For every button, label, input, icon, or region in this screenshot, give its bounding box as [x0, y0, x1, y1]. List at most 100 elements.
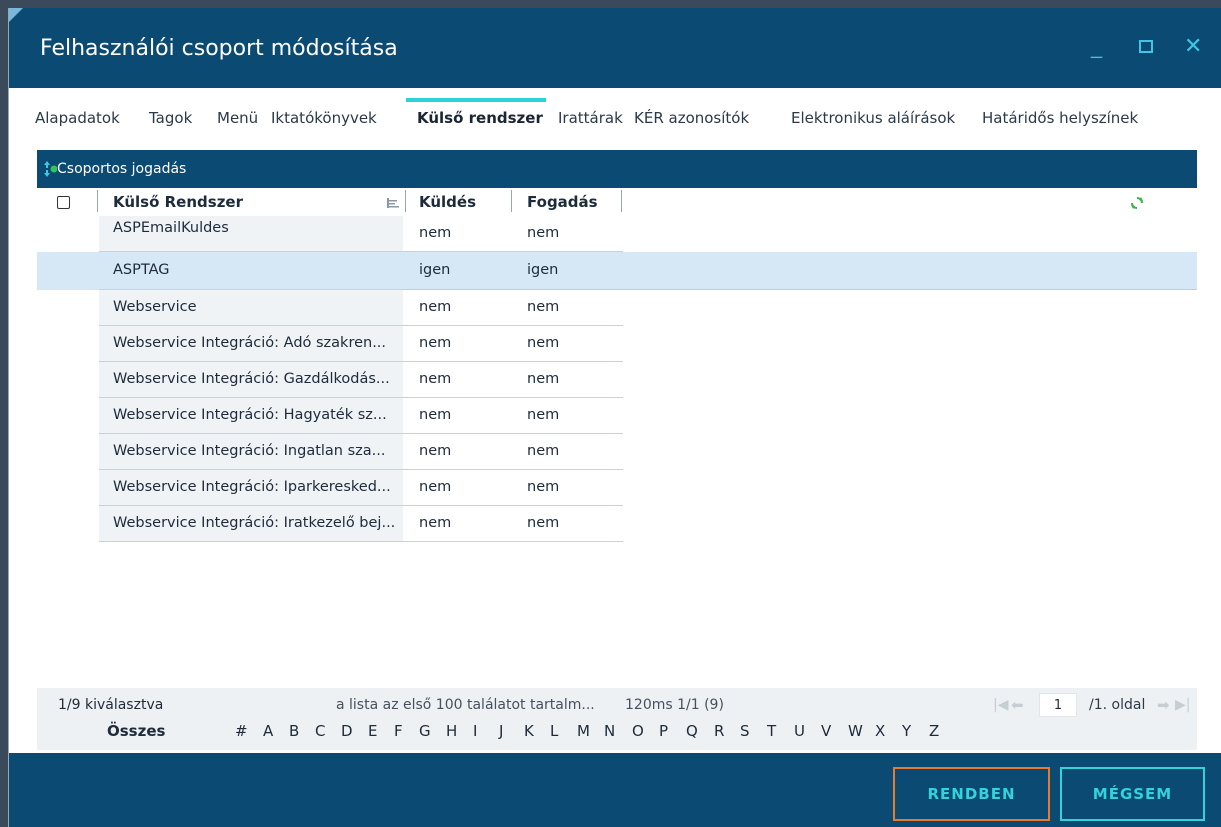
- row-name: ASPEmailKuldes: [113, 220, 229, 236]
- filter-letter[interactable]: R: [714, 722, 724, 740]
- filter-all[interactable]: Összes: [107, 722, 165, 740]
- filter-letter[interactable]: S: [740, 722, 750, 740]
- column-separator: [621, 190, 622, 212]
- filter-letter[interactable]: C: [315, 722, 325, 740]
- row-name: Webservice Integráció: Hagyaték sz...: [113, 407, 387, 423]
- filter-letter[interactable]: V: [821, 722, 831, 740]
- row-send: nem: [419, 479, 452, 495]
- select-all-checkbox[interactable]: [57, 196, 70, 209]
- row-send: nem: [419, 335, 452, 351]
- last-page-icon[interactable]: ▶|: [1175, 697, 1190, 713]
- dialog: Felhasználói csoport módosítása _ ✕ Alap…: [8, 8, 1221, 827]
- row-receive: nem: [527, 299, 560, 315]
- next-page-icon[interactable]: ➡: [1157, 696, 1170, 714]
- dialog-title: Felhasználói csoport módosítása: [40, 36, 398, 61]
- row-receive: nem: [527, 407, 560, 423]
- row-name: Webservice Integráció: Gazdálkodás...: [113, 371, 390, 387]
- close-button[interactable]: ✕: [1184, 34, 1202, 58]
- row-send: nem: [419, 371, 452, 387]
- row-name: ASPTAG: [113, 262, 170, 278]
- filter-letter[interactable]: X: [875, 722, 885, 740]
- filter-letter[interactable]: E: [368, 722, 377, 740]
- column-menu-icon[interactable]: [387, 198, 399, 208]
- column-separator: [97, 190, 98, 212]
- tab-alapadatok[interactable]: Alapadatok: [35, 98, 120, 138]
- row-name: Webservice: [113, 299, 197, 315]
- tab-iktatokonyvek[interactable]: Iktatókönyvek: [271, 98, 377, 138]
- filter-letter[interactable]: W: [848, 722, 863, 740]
- filter-letter[interactable]: G: [419, 722, 431, 740]
- group-permission-label[interactable]: Csoportos jogadás: [57, 161, 186, 177]
- tab-elektronikus-alairasok[interactable]: Elektronikus aláírások: [791, 98, 955, 138]
- column-header-kulso-rendszer[interactable]: Külső Rendszer: [113, 188, 243, 216]
- table-row[interactable]: Webservice Integráció: Iparkeresked... n…: [37, 470, 623, 506]
- sort-arrows-icon[interactable]: [43, 160, 57, 178]
- row-receive: nem: [527, 515, 560, 531]
- filter-letter[interactable]: N: [604, 722, 615, 740]
- filter-letter[interactable]: #: [235, 722, 248, 740]
- alphabet-filter: Összes # A B C D E F G H I J K L M N O P…: [37, 722, 1197, 746]
- row-receive: nem: [527, 225, 560, 241]
- row-receive: nem: [527, 443, 560, 459]
- table-row[interactable]: Webservice nem nem: [37, 290, 623, 326]
- filter-letter[interactable]: D: [341, 722, 353, 740]
- filter-letter[interactable]: M: [577, 722, 590, 740]
- tab-kulso-rendszer[interactable]: Külső rendszer: [417, 98, 543, 138]
- filter-letter[interactable]: L: [550, 722, 558, 740]
- tab-hataridos-helyszinek[interactable]: Határidős helyszínek: [982, 98, 1138, 138]
- minimize-button[interactable]: _: [1091, 36, 1102, 60]
- row-cells: [403, 252, 1197, 290]
- table-row[interactable]: ASPEmailKuldes nem nem: [37, 216, 623, 252]
- row-send: igen: [419, 262, 451, 278]
- row-name: Webservice Integráció: Iparkeresked...: [113, 479, 391, 495]
- table-row[interactable]: Webservice Integráció: Hagyaték sz... ne…: [37, 398, 623, 434]
- filter-letter[interactable]: A: [263, 722, 273, 740]
- grid-body: Külső Rendszer Küldés Fogadás A S PEmailKu…: [37, 188, 1197, 750]
- filter-letter[interactable]: K: [524, 722, 534, 740]
- row-send: nem: [419, 515, 452, 531]
- maximize-icon: [1139, 40, 1153, 53]
- filter-letter[interactable]: O: [632, 722, 644, 740]
- cancel-button[interactable]: MÉGSEM: [1060, 767, 1205, 821]
- tab-ker-azonositok[interactable]: KÉR azonosítók: [634, 98, 749, 138]
- table-row[interactable]: Webservice Integráció: Ingatlan sza... n…: [37, 434, 623, 470]
- filter-letter[interactable]: Y: [902, 722, 911, 740]
- timing-info: 120ms 1/1 (9): [625, 697, 724, 713]
- table-row-selected[interactable]: ASPTAG igen igen: [37, 252, 1197, 290]
- filter-letter[interactable]: H: [446, 722, 457, 740]
- refresh-icon[interactable]: [1129, 195, 1145, 211]
- button-bar: RENDBEN MÉGSEM: [9, 753, 1221, 827]
- filter-letter[interactable]: Q: [686, 722, 698, 740]
- tab-menu[interactable]: Menü: [217, 98, 258, 138]
- pager: |◀ ⬅ 1 /1. oldal ➡ ▶|: [957, 693, 1197, 719]
- column-separator: [511, 190, 512, 212]
- filter-letter[interactable]: P: [659, 722, 668, 740]
- filter-letter[interactable]: F: [394, 722, 403, 740]
- filter-letter[interactable]: I: [473, 722, 477, 740]
- page-suffix: /1. oldal: [1089, 697, 1146, 713]
- tab-irattarak[interactable]: Irattárak: [558, 98, 623, 138]
- first-page-icon[interactable]: |◀: [993, 697, 1008, 713]
- tab-bar: Alapadatok Tagok Menü Iktatókönyvek Küls…: [9, 98, 1221, 138]
- filter-letter[interactable]: B: [289, 722, 299, 740]
- filter-letter[interactable]: Z: [929, 722, 939, 740]
- table-row[interactable]: Webservice Integráció: Iratkezelő bej...…: [37, 506, 623, 542]
- ok-button[interactable]: RENDBEN: [893, 767, 1050, 821]
- maximize-button[interactable]: [1139, 34, 1153, 59]
- row-receive: nem: [527, 479, 560, 495]
- row-name: Webservice Integráció: Ingatlan sza...: [113, 443, 386, 459]
- tab-tagok[interactable]: Tagok: [149, 98, 192, 138]
- row-send: nem: [419, 225, 452, 241]
- filter-letter[interactable]: J: [499, 722, 503, 740]
- filter-letter[interactable]: T: [767, 722, 776, 740]
- result-limit-info: a lista az első 100 találatot tartalm...: [336, 697, 595, 713]
- column-header-kuldes[interactable]: Küldés: [419, 188, 476, 216]
- table-row[interactable]: Webservice Integráció: Gazdálkodás... ne…: [37, 362, 623, 398]
- prev-page-icon[interactable]: ⬅: [1011, 696, 1024, 714]
- selection-count: 1/9 kiválasztva: [58, 697, 164, 713]
- grid-panel: Csoportos jogadás Külső Rendszer Küldés …: [37, 150, 1197, 750]
- table-row[interactable]: Webservice Integráció: Adó szakren... ne…: [37, 326, 623, 362]
- page-number-input[interactable]: 1: [1039, 693, 1077, 717]
- column-header-fogadas[interactable]: Fogadás: [527, 188, 598, 216]
- filter-letter[interactable]: U: [794, 722, 805, 740]
